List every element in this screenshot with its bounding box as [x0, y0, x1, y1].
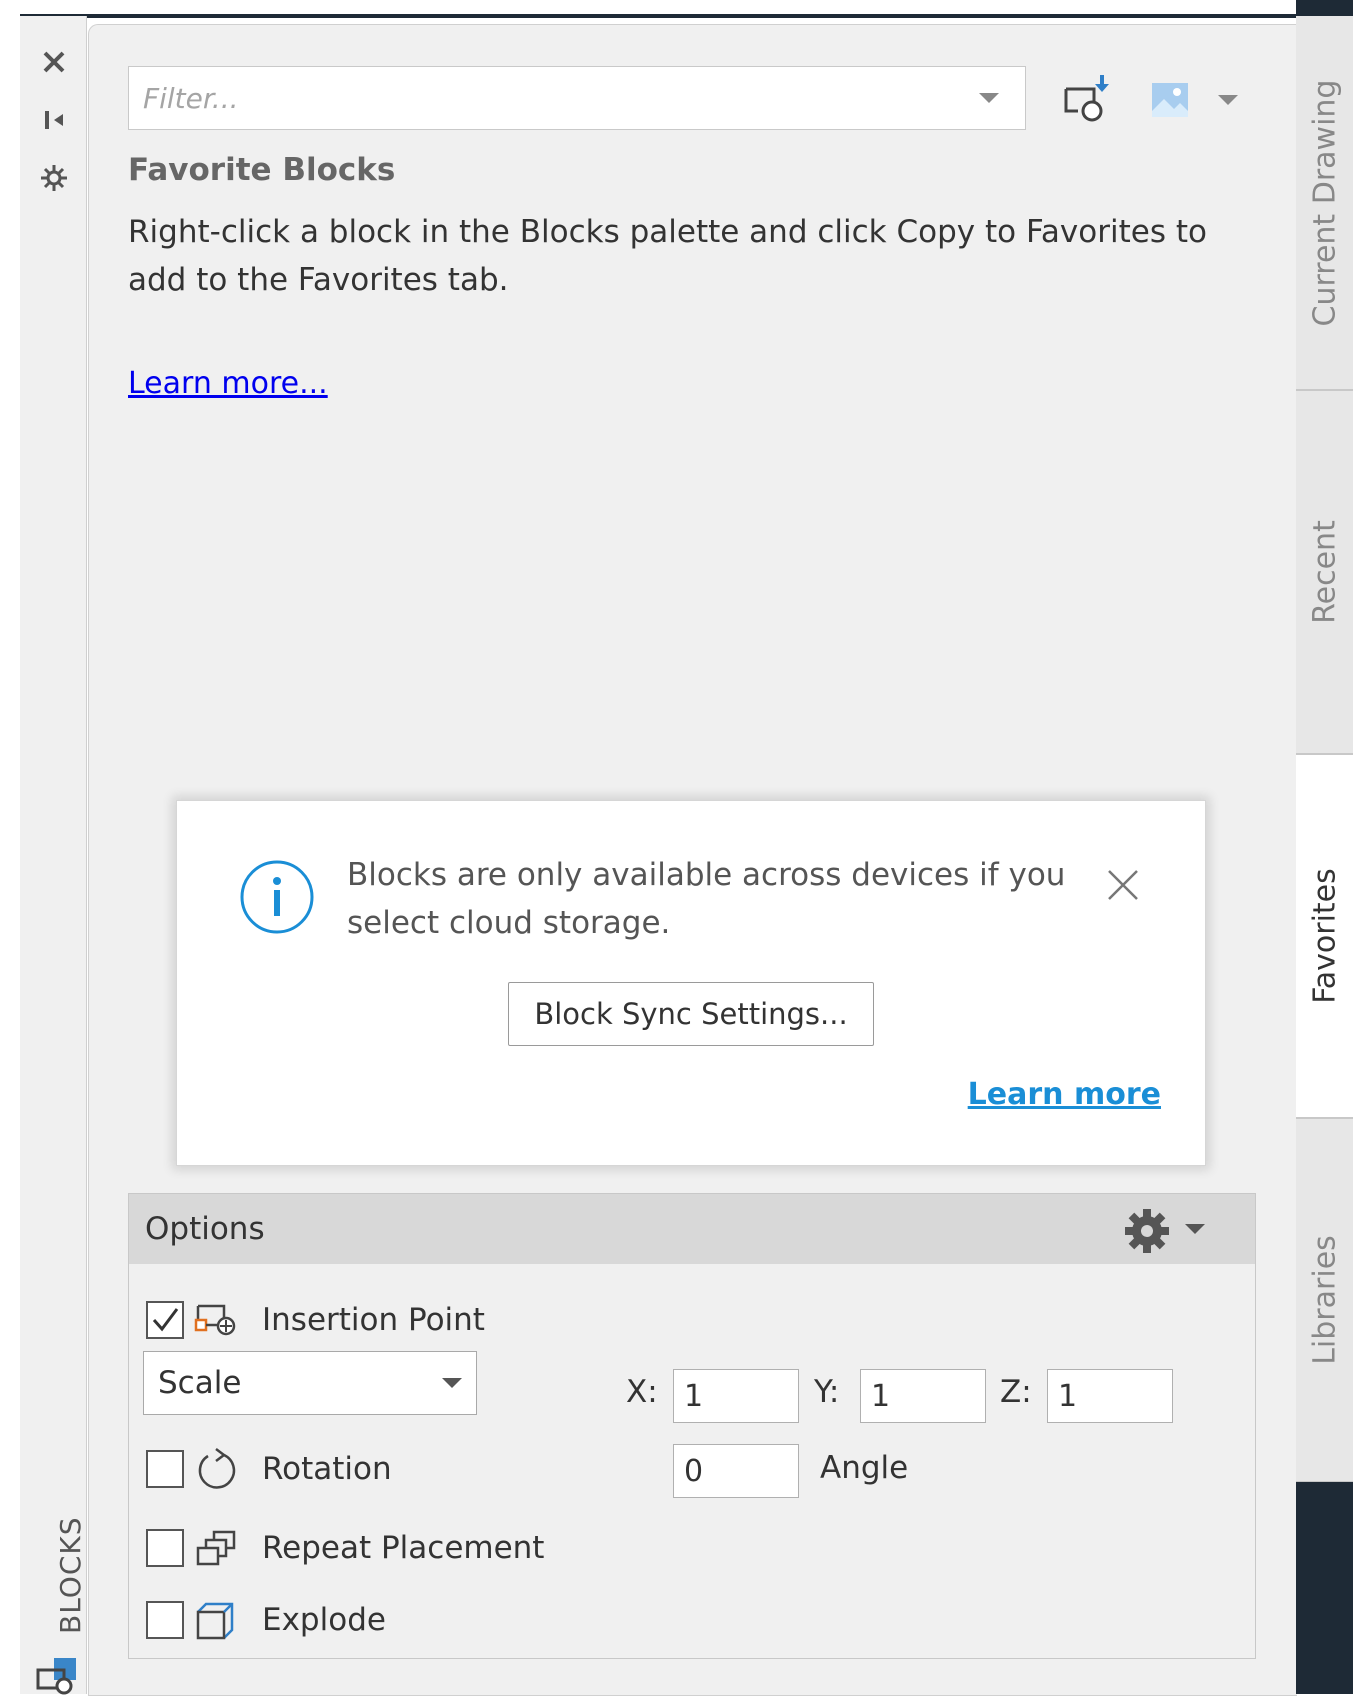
- scale-y-label: Y:: [814, 1374, 840, 1410]
- tab-current-drawing[interactable]: Current Drawing: [1296, 16, 1353, 390]
- insertion-point-checkbox[interactable]: [146, 1301, 184, 1339]
- insertion-point-row: Insertion Point: [146, 1294, 485, 1346]
- scale-z-input[interactable]: [1047, 1369, 1173, 1423]
- options-panel: Options: [128, 1193, 1256, 1659]
- scale-y-input[interactable]: [860, 1369, 986, 1423]
- window-frame-top: [1296, 0, 1353, 16]
- filter-input[interactable]: [129, 69, 979, 127]
- auto-hide-icon[interactable]: [38, 104, 70, 136]
- notification-learn-more-link[interactable]: Learn more: [968, 1077, 1161, 1112]
- gear-icon[interactable]: [1123, 1207, 1171, 1259]
- options-dropdown-arrow[interactable]: [1185, 1224, 1205, 1234]
- insertion-point-label: Insertion Point: [262, 1302, 485, 1338]
- filter-dropdown-arrow[interactable]: [979, 93, 999, 103]
- repeat-placement-label: Repeat Placement: [262, 1530, 545, 1566]
- explode-checkbox[interactable]: [146, 1601, 184, 1639]
- explode-icon: [194, 1598, 238, 1642]
- favorites-heading: Favorite Blocks: [128, 152, 396, 188]
- window-frame-bottom: [1296, 1482, 1353, 1694]
- scale-dropdown[interactable]: Scale: [143, 1351, 477, 1415]
- scale-dropdown-value: Scale: [158, 1365, 242, 1401]
- tab-libraries-label: Libraries: [1307, 1235, 1342, 1365]
- angle-label: Angle: [820, 1450, 909, 1486]
- favorites-description: Right-click a block in the Blocks palett…: [128, 214, 1207, 298]
- tab-recent-label: Recent: [1307, 520, 1342, 624]
- repeat-placement-checkbox[interactable]: [146, 1529, 184, 1567]
- block-sync-settings-button[interactable]: Block Sync Settings...: [508, 982, 874, 1046]
- explode-row: Explode: [146, 1594, 386, 1646]
- info-icon: [239, 859, 315, 939]
- scale-z-label: Z:: [1000, 1374, 1032, 1410]
- palette-title-bar[interactable]: BLOCKS: [20, 16, 87, 1695]
- options-header[interactable]: Options: [129, 1194, 1255, 1264]
- rotation-checkbox[interactable]: [146, 1450, 184, 1488]
- window-top-edge: [20, 14, 1320, 18]
- explode-label: Explode: [262, 1602, 386, 1638]
- rotation-angle-input[interactable]: [673, 1444, 799, 1498]
- insertion-point-icon: [194, 1298, 238, 1342]
- learn-more-link[interactable]: Learn more...: [128, 366, 328, 401]
- palette-tabs: Current Drawing Recent Favorites Librari…: [1296, 16, 1353, 1694]
- notification-close-icon[interactable]: [1101, 863, 1145, 907]
- notification-message: Blocks are only available across devices…: [347, 857, 1066, 941]
- cloud-storage-notification: Blocks are only available across devices…: [176, 800, 1206, 1166]
- tab-recent[interactable]: Recent: [1296, 390, 1353, 754]
- view-options-dropdown-arrow[interactable]: [1214, 88, 1242, 112]
- close-icon[interactable]: [38, 46, 70, 78]
- scale-dropdown-arrow: [442, 1378, 462, 1388]
- properties-icon[interactable]: [38, 162, 70, 194]
- blocks-palette-icon: [34, 1656, 82, 1700]
- palette-title: BLOCKS: [54, 1516, 87, 1634]
- repeat-placement-icon: [194, 1526, 238, 1570]
- options-title: Options: [145, 1211, 265, 1247]
- tab-favorites[interactable]: Favorites: [1296, 754, 1353, 1118]
- scale-x-label: X:: [626, 1374, 658, 1410]
- rotation-label: Rotation: [262, 1451, 392, 1487]
- import-blocks-icon[interactable]: [1060, 72, 1116, 124]
- repeat-placement-row: Repeat Placement: [146, 1522, 544, 1574]
- tab-favorites-label: Favorites: [1307, 868, 1342, 1004]
- thumbnail-view-icon[interactable]: [1146, 78, 1194, 122]
- rotation-icon: [194, 1447, 238, 1491]
- scale-x-input[interactable]: [673, 1369, 799, 1423]
- rotation-row: Rotation: [146, 1443, 392, 1495]
- tab-current-drawing-label: Current Drawing: [1307, 79, 1342, 326]
- tab-libraries[interactable]: Libraries: [1296, 1118, 1353, 1482]
- filter-combobox[interactable]: [128, 66, 1026, 130]
